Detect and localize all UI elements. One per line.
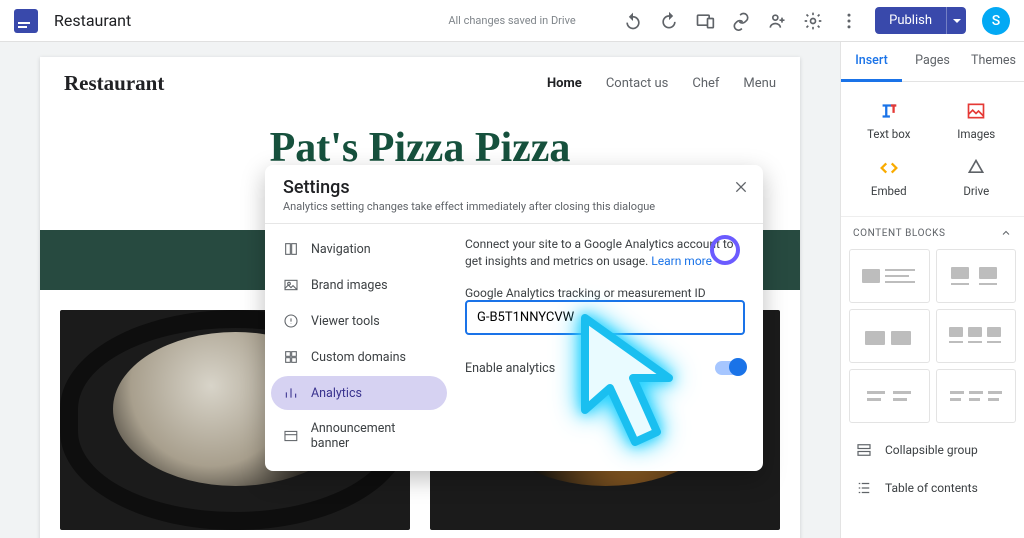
site-nav: Home Contact us Chef Menu <box>547 76 776 91</box>
content-block-template[interactable] <box>849 369 930 423</box>
dialog-subtitle: Analytics setting changes take effect im… <box>283 200 745 213</box>
tracking-id-input[interactable] <box>465 300 745 335</box>
enable-analytics-toggle[interactable] <box>715 361 745 375</box>
publish-button[interactable]: Publish <box>875 7 946 34</box>
settings-dialog: Settings Analytics setting changes take … <box>265 165 763 471</box>
sites-logo[interactable] <box>14 9 38 33</box>
settings-pane: Connect your site to a Google Analytics … <box>453 224 763 471</box>
settings-nav-label: Brand images <box>311 278 388 293</box>
content-block-template[interactable] <box>849 249 930 303</box>
nav-home[interactable]: Home <box>547 76 582 91</box>
insert-text-box[interactable]: Text box <box>845 92 933 149</box>
dialog-title: Settings <box>283 177 745 198</box>
settings-nav-analytics[interactable]: Analytics <box>271 376 447 410</box>
site-header-title[interactable]: Restaurant <box>64 71 164 96</box>
gear-icon[interactable] <box>803 11 823 31</box>
embed-icon <box>878 157 900 179</box>
insert-images[interactable]: Images <box>933 92 1021 149</box>
account-avatar[interactable]: S <box>982 7 1010 35</box>
content-block-template[interactable] <box>936 309 1017 363</box>
settings-nav: Navigation Brand images Viewer tools Cus… <box>265 224 453 471</box>
content-block-template[interactable] <box>936 249 1017 303</box>
settings-nav-label: Navigation <box>311 242 371 257</box>
settings-nav-custom-domains[interactable]: Custom domains <box>271 340 447 374</box>
images-icon <box>965 100 987 122</box>
settings-nav-label: Analytics <box>311 386 362 401</box>
insert-table-of-contents[interactable]: Table of contents <box>841 469 1024 507</box>
settings-nav-label: Viewer tools <box>311 314 380 329</box>
insert-label: Text box <box>867 127 910 141</box>
document-title[interactable]: Restaurant <box>54 11 131 30</box>
insert-label: Drive <box>963 184 989 198</box>
analytics-description: Connect your site to a Google Analytics … <box>465 236 745 270</box>
right-sidebar: Insert Pages Themes Text box Images Embe… <box>840 42 1024 538</box>
preview-devices-icon[interactable] <box>695 11 715 31</box>
tab-insert[interactable]: Insert <box>841 42 902 82</box>
tab-pages[interactable]: Pages <box>902 42 963 81</box>
settings-nav-label: Announcement banner <box>311 421 435 451</box>
insert-label: Embed <box>871 184 907 198</box>
settings-nav-label: Custom domains <box>311 350 406 365</box>
settings-nav-announcement-banner[interactable]: Announcement banner <box>271 412 447 460</box>
more-vertical-icon[interactable] <box>839 11 859 31</box>
list-item-label: Collapsible group <box>885 443 978 457</box>
content-blocks-header[interactable]: CONTENT BLOCKS <box>841 217 1024 249</box>
list-item-label: Table of contents <box>885 481 978 495</box>
content-block-template[interactable] <box>849 309 930 363</box>
enable-analytics-label: Enable analytics <box>465 361 555 376</box>
content-blocks-grid <box>841 249 1024 431</box>
insert-embed[interactable]: Embed <box>845 149 933 206</box>
content-block-template[interactable] <box>936 369 1017 423</box>
link-icon[interactable] <box>731 11 751 31</box>
text-box-icon <box>878 100 900 122</box>
undo-icon[interactable] <box>623 11 643 31</box>
redo-icon[interactable] <box>659 11 679 31</box>
publish-dropdown[interactable] <box>946 7 966 34</box>
tab-themes[interactable]: Themes <box>963 42 1024 81</box>
settings-nav-brand-images[interactable]: Brand images <box>271 268 447 302</box>
nav-menu[interactable]: Menu <box>743 76 776 91</box>
insert-collapsible-group[interactable]: Collapsible group <box>841 431 1024 469</box>
nav-contact[interactable]: Contact us <box>606 76 669 91</box>
nav-chef[interactable]: Chef <box>692 76 719 91</box>
settings-nav-viewer-tools[interactable]: Viewer tools <box>271 304 447 338</box>
share-person-icon[interactable] <box>767 11 787 31</box>
drive-icon <box>965 157 987 179</box>
tracking-id-label: Google Analytics tracking or measurement… <box>465 286 706 300</box>
settings-nav-navigation[interactable]: Navigation <box>271 232 447 266</box>
insert-label: Images <box>957 127 995 141</box>
close-icon[interactable] <box>733 179 749 199</box>
chevron-up-icon <box>1000 227 1012 239</box>
insert-drive[interactable]: Drive <box>933 149 1021 206</box>
save-status: All changes saved in Drive <box>448 14 575 27</box>
learn-more-link[interactable]: Learn more <box>651 254 712 268</box>
